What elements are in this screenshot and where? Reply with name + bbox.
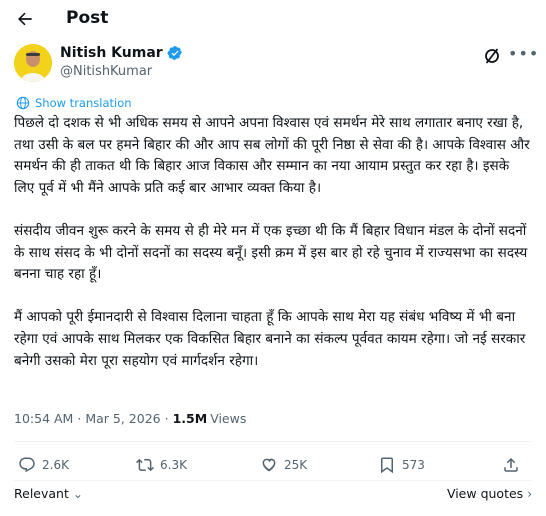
divider xyxy=(14,480,532,481)
avatar-image xyxy=(14,44,52,82)
post-text: पिछले दो दशक से भी अधिक समय से आपने अपना… xyxy=(14,113,532,372)
reply-icon xyxy=(19,457,35,473)
post-paragraph: मैं आपको पूरी ईमानदारी से विश्वास दिलाना… xyxy=(14,309,526,369)
views-count[interactable]: 1.5M xyxy=(173,411,208,426)
verified-badge-icon xyxy=(167,46,182,60)
grok-icon xyxy=(485,48,499,64)
views-label: Views xyxy=(210,411,247,426)
top-bar: Post xyxy=(0,0,546,38)
author-row: Nitish Kumar @NitishKumar ••• xyxy=(14,44,538,84)
sort-label: Relevant xyxy=(14,486,69,501)
back-button[interactable] xyxy=(14,8,36,30)
sort-dropdown[interactable]: Relevant ⌄ xyxy=(14,486,83,501)
show-translation-label: Show translation xyxy=(35,96,132,110)
like-button[interactable]: 25K xyxy=(260,456,307,474)
chevron-down-icon: ⌄ xyxy=(72,486,83,501)
bookmark-count: 573 xyxy=(402,458,425,472)
arrow-left-icon xyxy=(18,12,32,26)
like-count: 25K xyxy=(284,458,308,472)
action-bar: 2.6K 6.3K 25K 573 xyxy=(14,452,532,480)
post-meta: 10:54 AM · Mar 5, 2026 · 1.5M Views xyxy=(14,411,246,426)
bookmark-icon xyxy=(381,457,393,474)
meta-separator: · xyxy=(77,411,82,426)
post-paragraph: संसदीय जीवन शुरू करने के समय से ही मेरे … xyxy=(14,222,528,283)
bookmark-button[interactable]: 573 xyxy=(378,456,425,474)
repost-count: 6.3K xyxy=(160,458,187,472)
share-button[interactable] xyxy=(502,456,526,474)
post-time[interactable]: 10:54 AM xyxy=(14,411,73,426)
view-quotes-label: View quotes xyxy=(446,486,524,501)
post-date[interactable]: Mar 5, 2026 xyxy=(85,411,160,426)
chevron-right-icon: › xyxy=(527,486,532,501)
translate-icon xyxy=(16,96,30,110)
replies-sort-bar: Relevant ⌄ View quotes › xyxy=(14,486,532,506)
avatar[interactable] xyxy=(14,44,52,82)
heart-icon xyxy=(262,458,276,472)
more-button[interactable]: ••• xyxy=(508,46,538,66)
repost-icon xyxy=(136,458,154,472)
reply-button[interactable]: 2.6K xyxy=(18,456,69,474)
view-quotes-link[interactable]: View quotes › xyxy=(447,486,532,501)
author-name[interactable]: Nitish Kumar xyxy=(60,45,163,61)
grok-button[interactable] xyxy=(482,46,502,66)
page-title: Post xyxy=(66,8,109,28)
show-translation-link[interactable]: Show translation xyxy=(16,96,132,110)
author-name-wrap: Nitish Kumar xyxy=(60,45,183,61)
meta-separator: · xyxy=(164,411,169,426)
share-icon xyxy=(504,457,518,472)
reply-count: 2.6K xyxy=(42,458,69,472)
more-icon: ••• xyxy=(508,44,540,63)
post-paragraph: पिछले दो दशक से भी अधिक समय से आपने अपना… xyxy=(14,115,530,196)
repost-button[interactable]: 6.3K xyxy=(136,456,187,474)
divider xyxy=(14,441,532,442)
author-handle[interactable]: @NitishKumar xyxy=(60,64,152,79)
